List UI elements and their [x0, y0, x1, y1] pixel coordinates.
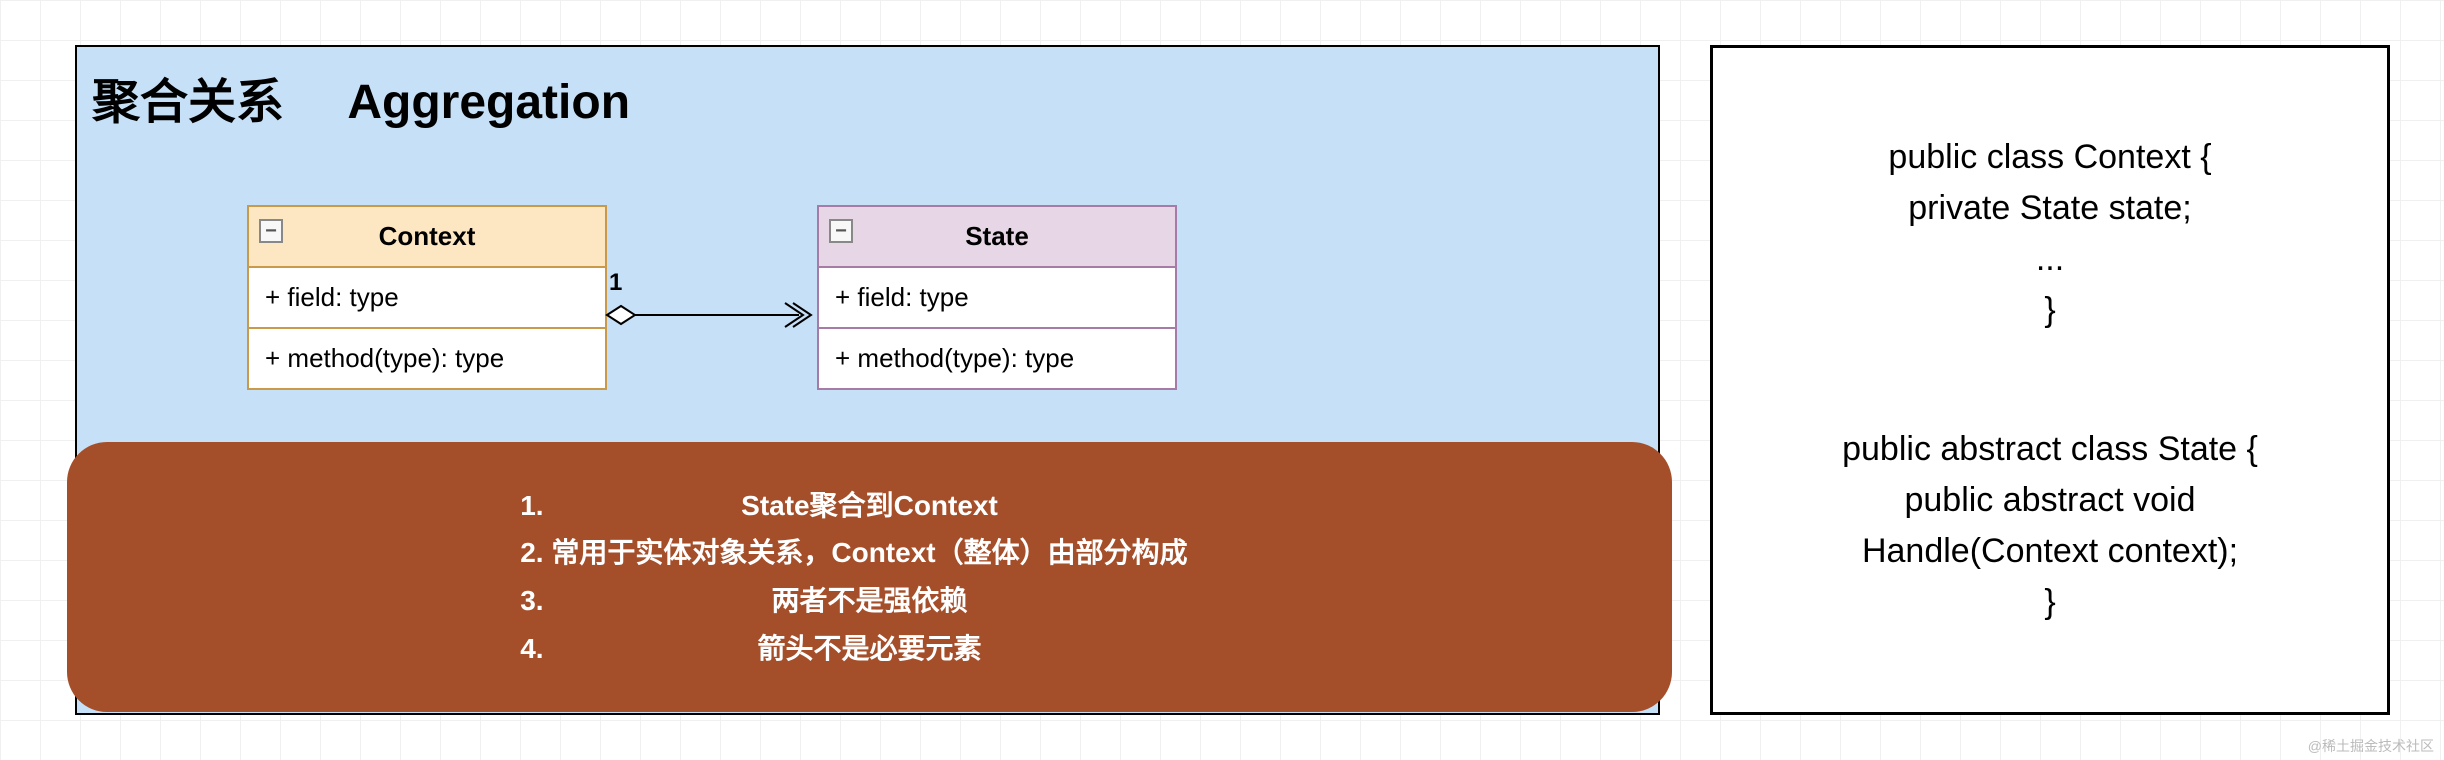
- note-item: State聚合到Context: [551, 482, 1187, 530]
- method-row-state: + method(type): type: [819, 329, 1175, 388]
- code-panel: public class Context { private State sta…: [1710, 45, 2390, 715]
- notes-panel: State聚合到Context 常用于实体对象关系，Context（整体）由部分…: [67, 442, 1672, 712]
- watermark: @稀土掘金技术社区: [2308, 736, 2434, 756]
- field-row-context: + field: type: [249, 268, 605, 329]
- note-item: 常用于实体对象关系，Context（整体）由部分构成: [551, 529, 1187, 577]
- collapse-icon[interactable]: −: [259, 219, 283, 243]
- collapse-icon[interactable]: −: [829, 219, 853, 243]
- aggregation-connector: [607, 300, 819, 330]
- code-block-state: public abstract class State { public abs…: [1842, 424, 2258, 628]
- diamond-icon: [607, 306, 635, 324]
- multiplicity-label: 1: [609, 269, 622, 297]
- uml-header-context: − Context: [249, 207, 605, 268]
- class-name-state: State: [965, 221, 1029, 251]
- uml-class-context[interactable]: − Context + field: type + method(type): …: [247, 205, 607, 390]
- uml-class-state[interactable]: − State + field: type + method(type): ty…: [817, 205, 1177, 390]
- title-english: Aggregation: [347, 75, 630, 130]
- note-item: 两者不是强依赖: [551, 577, 1187, 625]
- code-block-context: public class Context { private State sta…: [1888, 132, 2211, 336]
- diagram-panel: 聚合关系 Aggregation − Context + field: type…: [75, 45, 1660, 715]
- title-chinese: 聚合关系: [92, 62, 284, 132]
- class-name-context: Context: [379, 221, 476, 251]
- field-row-state: + field: type: [819, 268, 1175, 329]
- note-item: 箭头不是必要元素: [551, 625, 1187, 673]
- method-row-context: + method(type): type: [249, 329, 605, 388]
- uml-header-state: − State: [819, 207, 1175, 268]
- panel-title: 聚合关系 Aggregation: [92, 62, 630, 132]
